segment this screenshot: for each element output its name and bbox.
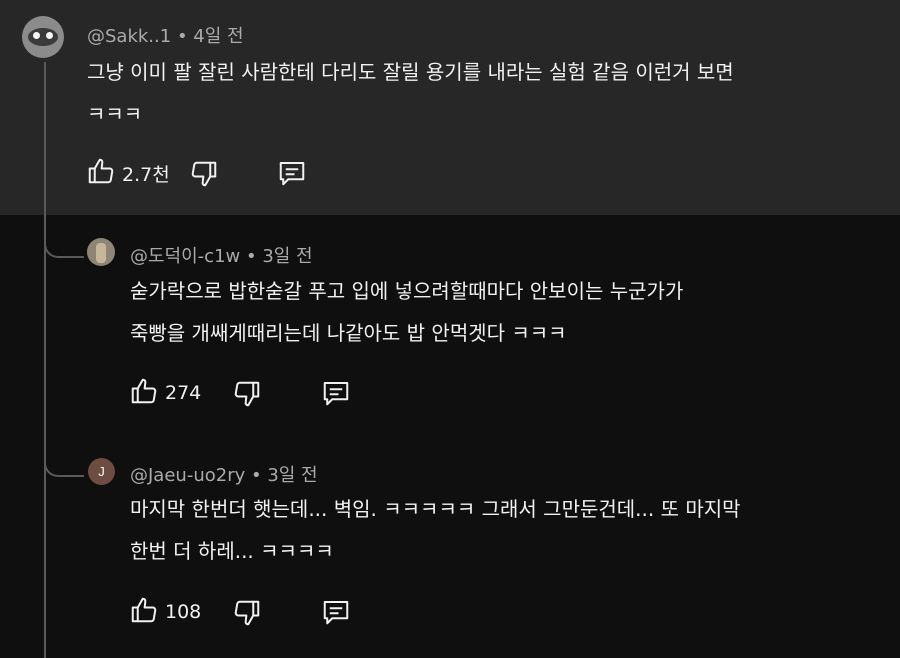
thumbs-up-icon[interactable] (129, 376, 159, 410)
comment-line: 마지막 한번더 햇는데... 벽임. ㅋㅋㅋㅋㅋ 그래서 그만둔건데... 또 … (130, 497, 741, 521)
comment-line: 죽빵을 개쌔게때리는데 나같아도 밥 안먹겟다 ㅋㅋㅋ (130, 321, 567, 345)
reply-icon[interactable] (320, 378, 352, 412)
comment-line: 그냥 이미 팔 잘린 사람한테 다리도 잘릴 용기를 내라는 실험 같음 이런거… (87, 60, 734, 84)
comment-text: 마지막 한번더 햇는데... 벽임. ㅋㅋㅋㅋㅋ 그래서 그만둔건데... 또 … (130, 488, 741, 572)
avatar[interactable]: J (88, 458, 115, 485)
thumbs-down-icon[interactable] (232, 379, 262, 413)
comment-line: 한번 더 하레... ㅋㅋㅋㅋ (130, 539, 334, 563)
comment-time[interactable]: • 3일 전 (246, 246, 313, 267)
comment-actions: 274 (129, 378, 201, 408)
author-name[interactable]: @Jaeu-uo2ry (130, 465, 245, 486)
thumbs-down-icon[interactable] (189, 159, 219, 193)
reply-branch-line (44, 236, 84, 258)
comment-time[interactable]: • 4일 전 (177, 26, 244, 47)
comment-line: 숟가락으로 밥한숟갈 푸고 입에 넣으려할때마다 안보이는 누군가가 (130, 279, 684, 303)
comment-time[interactable]: • 3일 전 (251, 465, 318, 486)
thumbs-up-icon[interactable] (86, 156, 116, 190)
author-name[interactable]: @도덕이-c1w (130, 246, 240, 267)
comment-actions: 2.7천 (86, 158, 170, 188)
reply-icon[interactable] (276, 158, 308, 192)
comment-meta: @Jaeu-uo2ry • 3일 전 (130, 461, 318, 487)
like-count: 2.7천 (122, 163, 170, 186)
thread-line (44, 62, 46, 658)
author-name[interactable]: @Sakk..1 (87, 26, 171, 47)
reply-icon[interactable] (320, 597, 352, 631)
avatar[interactable] (22, 16, 64, 58)
avatar[interactable] (87, 238, 115, 266)
comment-actions: 108 (129, 597, 201, 627)
comment-text: 그냥 이미 팔 잘린 사람한테 다리도 잘릴 용기를 내라는 실험 같음 이런거… (87, 51, 734, 135)
like-count: 108 (165, 601, 202, 623)
comment-meta: @도덕이-c1w • 3일 전 (130, 242, 313, 268)
comment-meta: @Sakk..1 • 4일 전 (87, 22, 244, 48)
thumbs-down-icon[interactable] (232, 598, 262, 632)
thumbs-up-icon[interactable] (129, 595, 159, 629)
reply-branch-line (44, 455, 84, 477)
comment-text: 숟가락으로 밥한숟갈 푸고 입에 넣으려할때마다 안보이는 누군가가 죽빵을 개… (130, 270, 683, 354)
comment-line: ㅋㅋㅋ (87, 102, 143, 126)
like-count: 274 (165, 382, 202, 404)
